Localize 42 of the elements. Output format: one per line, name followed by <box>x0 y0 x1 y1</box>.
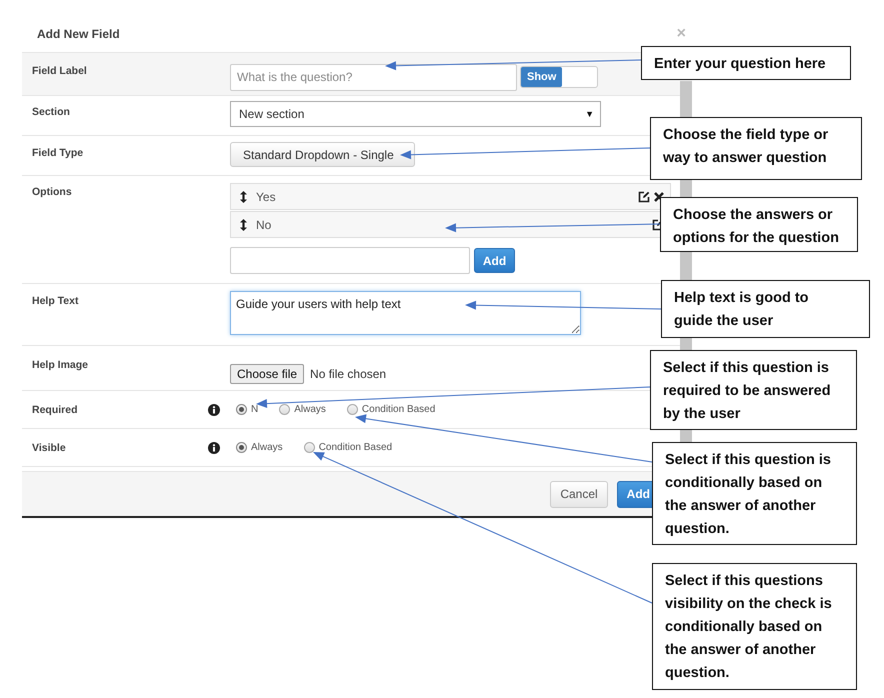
info-icon[interactable] <box>208 404 220 416</box>
callout-tooltip: Choose the field type or way to answer question <box>650 117 862 180</box>
radio-button[interactable] <box>236 404 247 415</box>
field-label: Required <box>32 404 78 416</box>
dialog-title: Add New Field <box>37 26 120 40</box>
field-label: Options <box>32 186 72 198</box>
callout-tooltip: Help text is good to guide the user <box>661 280 870 338</box>
radio-label: Always <box>251 442 283 453</box>
cancel-button[interactable]: Cancel <box>550 480 608 508</box>
option-item[interactable]: Yes <box>230 183 671 210</box>
radio-button[interactable] <box>304 442 315 453</box>
drag-handle-icon[interactable] <box>240 190 247 202</box>
radio-button[interactable] <box>236 442 247 453</box>
callout-tooltip: Enter your question here <box>641 46 851 80</box>
callout-tooltip: Select if this question is conditionally based on the answer of another question. <box>652 442 857 545</box>
edit-icon[interactable] <box>638 190 650 202</box>
field-label: Section <box>32 106 70 118</box>
question-input[interactable]: What is the question? <box>230 64 517 90</box>
help-text-area[interactable]: Guide your users with help text <box>230 291 581 335</box>
field-label: Field Label <box>32 65 87 77</box>
radio-label: Always <box>294 404 326 415</box>
info-icon[interactable] <box>208 442 220 454</box>
radio-button[interactable] <box>279 404 290 415</box>
callout-tooltip: Select if this question is required to be answered by the user <box>650 350 857 430</box>
radio-button[interactable] <box>346 404 358 415</box>
radio-label: Condition Based <box>362 404 436 415</box>
field-label: Help Image <box>32 359 88 371</box>
callout-tooltip: Select if this questions visibility on the check is conditionally based on the answer of another question. <box>652 563 857 690</box>
add-option-button[interactable]: Add <box>474 248 515 273</box>
option-input[interactable] <box>230 247 470 274</box>
field-label: Visible <box>32 442 66 454</box>
callout-tooltip: Choose the answers or options for the question <box>660 197 858 252</box>
field-label: Field Type <box>32 147 84 159</box>
drag-handle-icon[interactable] <box>240 218 247 230</box>
choose-file-button[interactable]: Choose file <box>230 364 304 384</box>
radio-label: Condition Based <box>318 442 392 453</box>
field-type-button[interactable]: Standard Dropdown - Single <box>230 142 415 167</box>
radio-label: N <box>251 404 258 415</box>
section-select[interactable]: New section ▼ <box>230 101 601 127</box>
show-toggle[interactable]: Show <box>520 66 598 88</box>
field-label: Help Text <box>32 295 78 307</box>
file-status: No file chosen <box>310 367 386 381</box>
